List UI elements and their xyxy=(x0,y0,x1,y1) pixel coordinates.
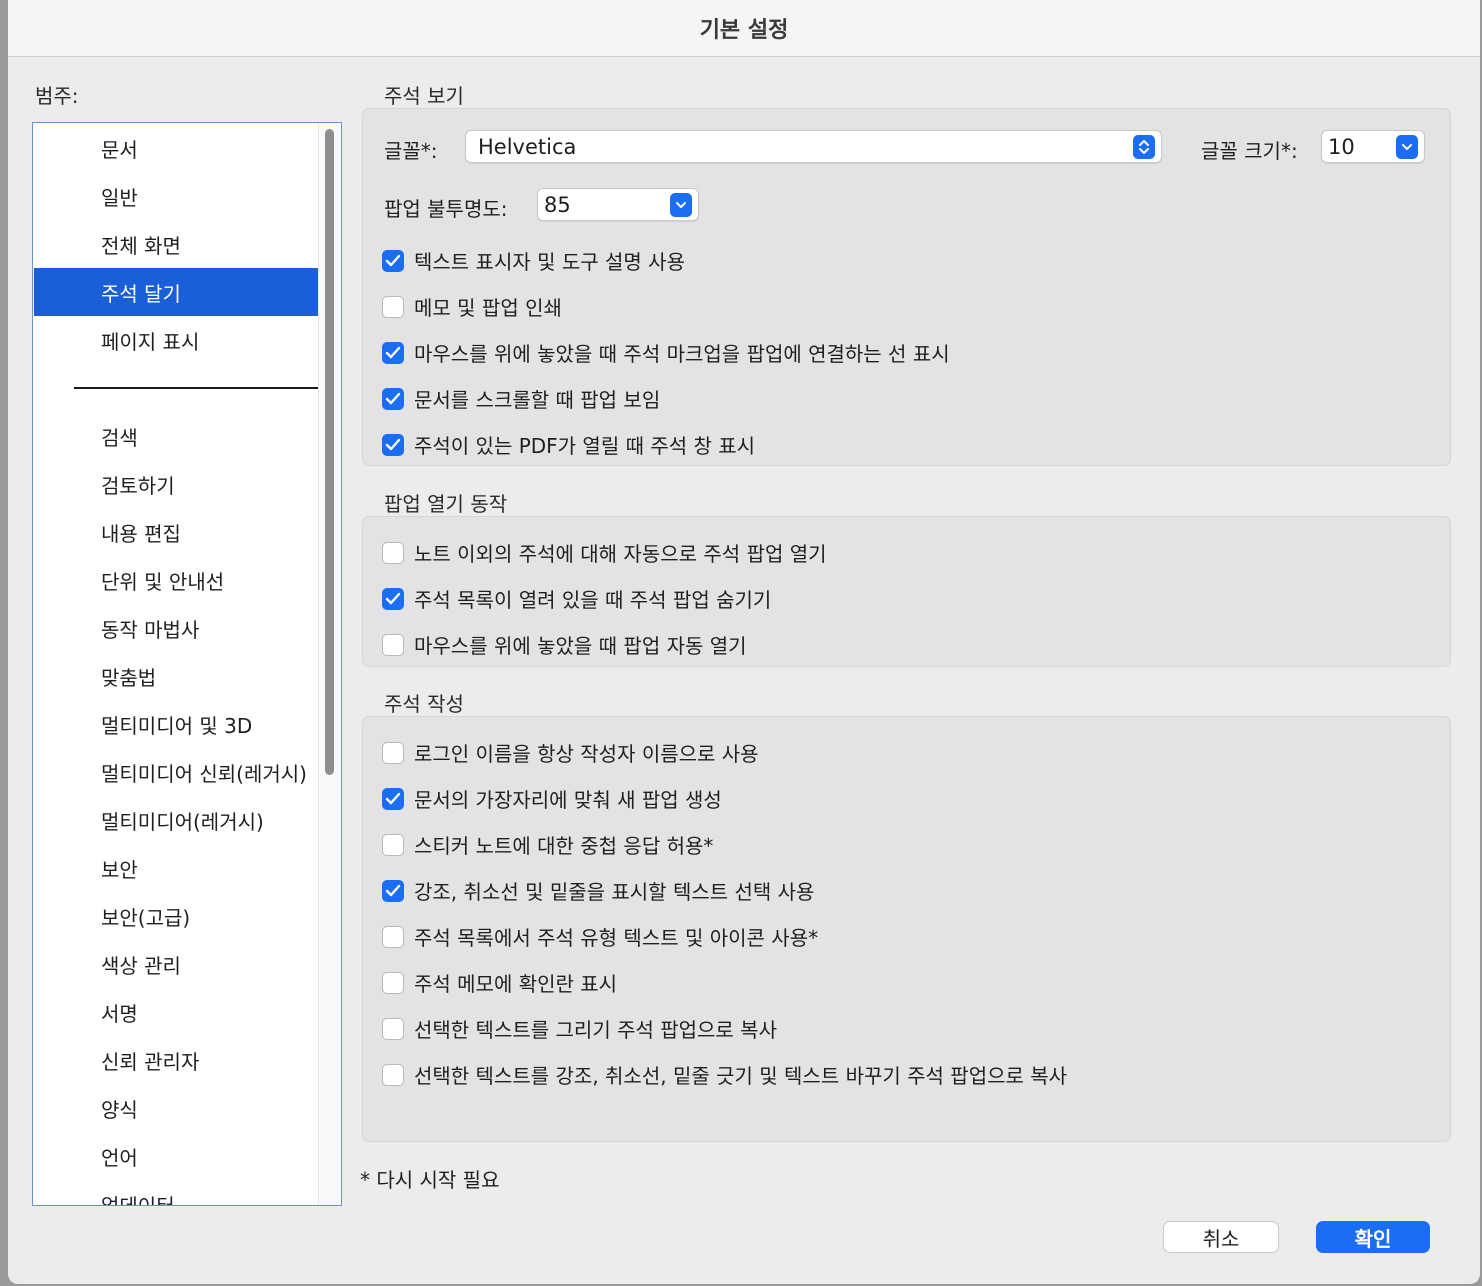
checkbox-label: 강조, 취소선 및 밑줄을 표시할 텍스트 선택 사용 xyxy=(414,880,815,904)
category-item-forms[interactable]: 양식 xyxy=(34,1084,318,1132)
view-section-title: 주석 보기 xyxy=(384,84,464,108)
window-title: 기본 설정 xyxy=(8,0,1480,57)
popup-opacity-label: 팝업 불투명도: xyxy=(384,197,508,221)
category-item-updater[interactable]: 업데이터 xyxy=(34,1180,318,1206)
checkbox-label: 문서의 가장자리에 맞춰 새 팝업 생성 xyxy=(414,788,722,812)
font-size-label: 글꼴 크기*: xyxy=(1201,139,1298,163)
category-item-general[interactable]: 일반 xyxy=(34,172,318,220)
checkbox-row-auto-open-on-hover[interactable]: 마우스를 위에 놓았을 때 팝업 자동 열기 xyxy=(382,630,747,659)
category-scroll-thumb[interactable] xyxy=(325,129,334,775)
checkbox-label: 주석 목록에서 주석 유형 텍스트 및 아이콘 사용* xyxy=(414,926,819,950)
checkbox-row-popups-visible-scroll[interactable]: 문서를 스크롤할 때 팝업 보임 xyxy=(382,384,660,413)
create-section-title: 주석 작성 xyxy=(384,692,464,716)
checkbox[interactable] xyxy=(382,295,404,318)
popup-opacity-select[interactable]: 85 xyxy=(537,188,699,221)
checkbox-row-nested-replies[interactable]: 스티커 노트에 대한 중첩 응답 허용* xyxy=(382,830,713,859)
category-item-full-screen[interactable]: 전체 화면 xyxy=(34,220,318,268)
checkbox-label: 마우스를 위에 놓았을 때 주석 마크업을 팝업에 연결하는 선 표시 xyxy=(414,342,950,366)
checkbox-row-hide-popups-list-open[interactable]: 주석 목록이 열려 있을 때 주석 팝업 숨기기 xyxy=(382,584,771,613)
checkbox-label: 주석 목록이 열려 있을 때 주석 팝업 숨기기 xyxy=(414,588,772,612)
category-item-page-display[interactable]: 페이지 표시 xyxy=(34,316,318,364)
checkbox-label: 메모 및 팝업 인쇄 xyxy=(414,296,562,320)
popup-section-title: 팝업 열기 동작 xyxy=(384,492,508,516)
checkbox-row-copy-to-markup-popup[interactable]: 선택한 텍스트를 강조, 취소선, 밑줄 긋기 및 텍스트 바꾸기 주석 팝업으… xyxy=(382,1060,1067,1089)
category-list[interactable]: 문서 일반 전체 화면 주석 달기 페이지 표시 검색 검토하기 내용 편집 단… xyxy=(32,122,342,1206)
checkbox-row-text-indicators[interactable]: 텍스트 표시자 및 도구 설명 사용 xyxy=(382,246,685,275)
category-item-language[interactable]: 언어 xyxy=(34,1132,318,1180)
checkbox[interactable] xyxy=(382,833,404,856)
checkbox-label: 주석이 있는 PDF가 열릴 때 주석 창 표시 xyxy=(414,434,756,458)
category-item-spelling[interactable]: 맞춤법 xyxy=(34,652,318,700)
checkbox-row-show-checkbox[interactable]: 주석 메모에 확인란 표시 xyxy=(382,968,617,997)
category-item-reviewing[interactable]: 검토하기 xyxy=(34,460,318,508)
ok-button[interactable]: 확인 xyxy=(1316,1221,1430,1253)
restart-note: * 다시 시작 필요 xyxy=(360,1168,500,1192)
category-scrollbar[interactable] xyxy=(318,123,341,1205)
checkbox[interactable] xyxy=(382,879,404,902)
category-item-action-wizard[interactable]: 동작 마법사 xyxy=(34,604,318,652)
chevron-down-icon xyxy=(1396,135,1418,159)
font-label: 글꼴*: xyxy=(384,139,438,163)
checkbox-label: 스티커 노트에 대한 중첩 응답 허용* xyxy=(414,834,714,858)
checkbox-row-align-popups-edge[interactable]: 문서의 가장자리에 맞춰 새 팝업 생성 xyxy=(382,784,722,813)
checkbox[interactable] xyxy=(382,541,404,564)
category-item-multimedia-3d[interactable]: 멀티미디어 및 3D xyxy=(34,700,318,748)
checkbox-row-type-text-icons[interactable]: 주석 목록에서 주석 유형 텍스트 및 아이콘 사용* xyxy=(382,922,818,951)
checkbox[interactable] xyxy=(382,971,404,994)
checkbox[interactable] xyxy=(382,587,404,610)
category-item-content-editing[interactable]: 내용 편집 xyxy=(34,508,318,556)
checkbox-row-connecting-lines[interactable]: 마우스를 위에 놓았을 때 주석 마크업을 팝업에 연결하는 선 표시 xyxy=(382,338,950,367)
checkbox-label: 텍스트 표시자 및 도구 설명 사용 xyxy=(414,250,685,274)
category-item-multimedia-legacy[interactable]: 멀티미디어(레거시) xyxy=(34,796,318,844)
category-label: 범주: xyxy=(35,84,79,108)
font-size-select[interactable]: 10 xyxy=(1321,130,1425,163)
checkbox-label: 마우스를 위에 놓았을 때 팝업 자동 열기 xyxy=(414,634,747,658)
checkbox[interactable] xyxy=(382,1017,404,1040)
checkbox-label: 노트 이외의 주석에 대해 자동으로 주석 팝업 열기 xyxy=(414,542,827,566)
font-select[interactable]: Helvetica xyxy=(465,130,1162,163)
category-separator xyxy=(74,387,318,389)
checkbox-label: 로그인 이름을 항상 작성자 이름으로 사용 xyxy=(414,742,759,766)
checkbox-row-print-notes[interactable]: 메모 및 팝업 인쇄 xyxy=(382,292,562,321)
checkbox[interactable] xyxy=(382,787,404,810)
category-item-search[interactable]: 검색 xyxy=(34,412,318,460)
category-item-trust-manager[interactable]: 신뢰 관리자 xyxy=(34,1036,318,1084)
category-item-color-management[interactable]: 색상 관리 xyxy=(34,940,318,988)
category-item-security-enhanced[interactable]: 보안(고급) xyxy=(34,892,318,940)
checkbox[interactable] xyxy=(382,1063,404,1086)
checkbox-row-text-selection-markup[interactable]: 강조, 취소선 및 밑줄을 표시할 텍스트 선택 사용 xyxy=(382,876,814,905)
checkbox-row-use-login-name[interactable]: 로그인 이름을 항상 작성자 이름으로 사용 xyxy=(382,738,759,767)
popup-opacity-value: 85 xyxy=(544,192,571,217)
checkbox-label: 선택한 텍스트를 그리기 주석 팝업으로 복사 xyxy=(414,1018,777,1042)
checkbox[interactable] xyxy=(382,341,404,364)
checkbox-label: 주석 메모에 확인란 표시 xyxy=(414,972,618,996)
cancel-button[interactable]: 취소 xyxy=(1163,1221,1279,1253)
category-item-units-guides[interactable]: 단위 및 안내선 xyxy=(34,556,318,604)
updown-chevron-icon xyxy=(1133,135,1155,159)
category-item-security[interactable]: 보안 xyxy=(34,844,318,892)
checkbox[interactable] xyxy=(382,387,404,410)
font-size-value: 10 xyxy=(1328,134,1355,159)
checkbox[interactable] xyxy=(382,925,404,948)
checkbox[interactable] xyxy=(382,249,404,272)
category-item-multimedia-trust-legacy[interactable]: 멀티미디어 신뢰(레거시) xyxy=(34,748,318,796)
checkbox-row-copy-to-drawing-popup[interactable]: 선택한 텍스트를 그리기 주석 팝업으로 복사 xyxy=(382,1014,777,1043)
checkbox[interactable] xyxy=(382,433,404,456)
checkbox-row-show-comments-pane[interactable]: 주석이 있는 PDF가 열릴 때 주석 창 표시 xyxy=(382,430,755,459)
preferences-dialog: 기본 설정 범주: 문서 일반 전체 화면 주석 달기 페이지 표시 검색 검토… xyxy=(8,0,1480,1284)
category-item-signatures[interactable]: 서명 xyxy=(34,988,318,1036)
checkbox-label: 선택한 텍스트를 강조, 취소선, 밑줄 긋기 및 텍스트 바꾸기 주석 팝업으… xyxy=(414,1064,1068,1088)
checkbox-row-auto-open-popups[interactable]: 노트 이외의 주석에 대해 자동으로 주석 팝업 열기 xyxy=(382,538,827,567)
category-item-commenting[interactable]: 주석 달기 xyxy=(34,268,318,316)
chevron-down-icon xyxy=(670,193,692,217)
checkbox[interactable] xyxy=(382,741,404,764)
category-item-document[interactable]: 문서 xyxy=(34,124,318,172)
checkbox[interactable] xyxy=(382,633,404,656)
checkbox-label: 문서를 스크롤할 때 팝업 보임 xyxy=(414,388,661,412)
font-select-value: Helvetica xyxy=(478,134,577,159)
